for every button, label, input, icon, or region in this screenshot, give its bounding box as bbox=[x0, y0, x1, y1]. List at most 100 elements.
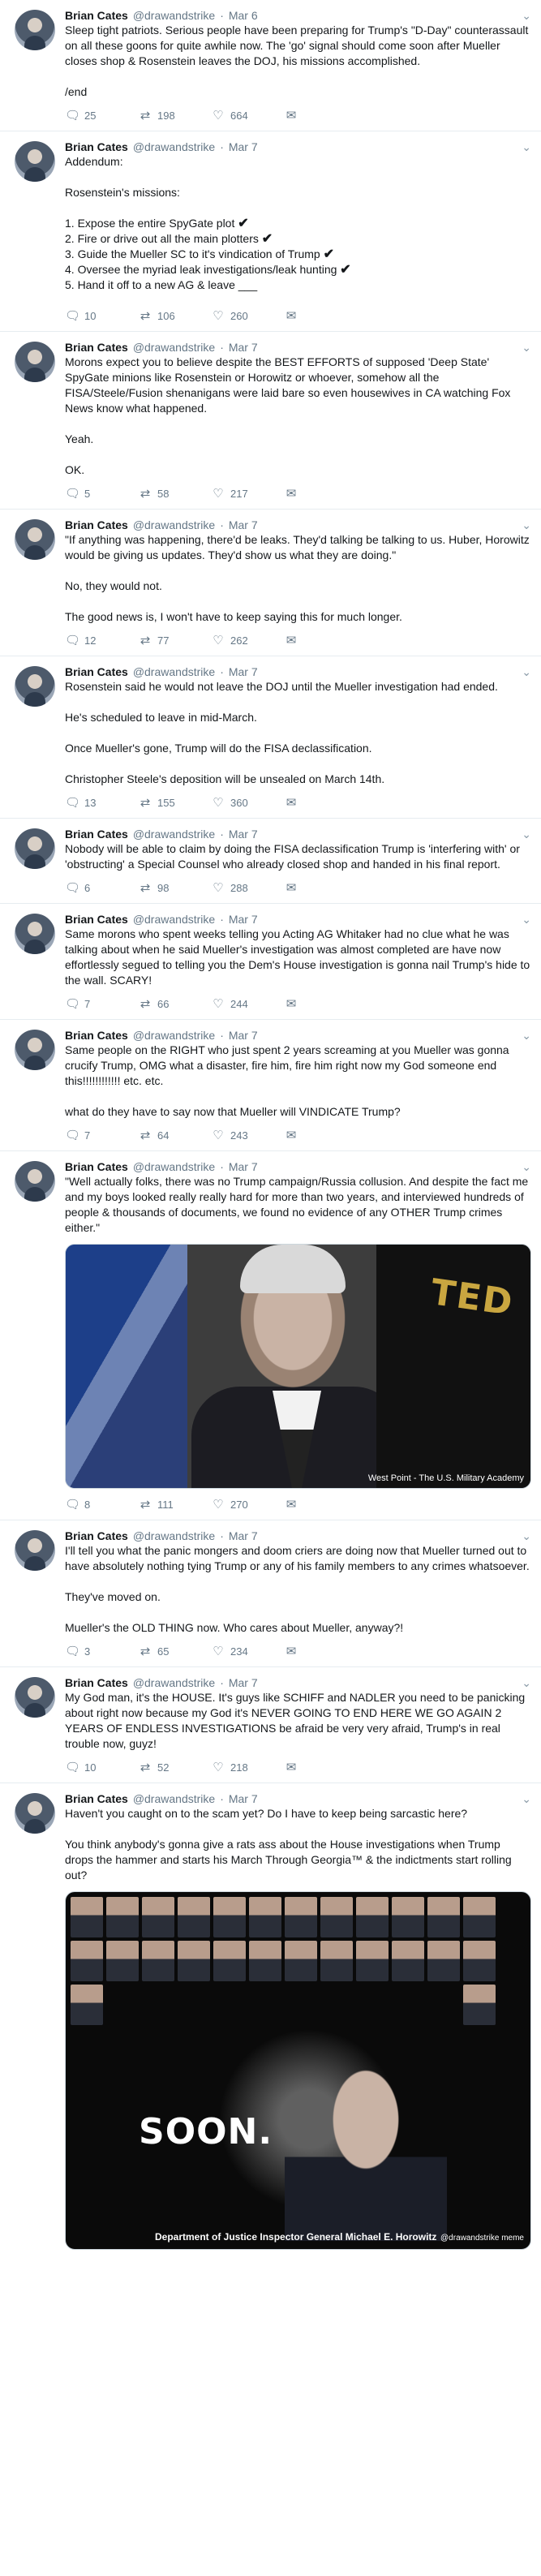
chevron-down-icon[interactable]: ⌄ bbox=[522, 827, 531, 841]
reply-button[interactable]: 🗨 7 bbox=[65, 1128, 138, 1142]
retweet-button[interactable]: ⇄ 111 bbox=[138, 1497, 211, 1512]
author-name[interactable]: Brian Cates bbox=[65, 140, 128, 154]
author-name[interactable]: Brian Cates bbox=[65, 518, 128, 532]
avatar[interactable] bbox=[15, 1161, 55, 1202]
chevron-down-icon[interactable]: ⌄ bbox=[522, 1159, 531, 1174]
avatar[interactable] bbox=[15, 519, 55, 560]
reply-button[interactable]: 🗨 5 bbox=[65, 486, 138, 501]
like-button[interactable]: ♡ 360 bbox=[211, 795, 284, 810]
avatar[interactable] bbox=[15, 1530, 55, 1571]
author-handle[interactable]: @drawandstrike bbox=[133, 1791, 215, 1806]
avatar[interactable] bbox=[15, 914, 55, 954]
avatar[interactable] bbox=[15, 1793, 55, 1834]
chevron-down-icon[interactable]: ⌄ bbox=[522, 664, 531, 679]
direct-message-button[interactable]: ✉ bbox=[284, 996, 308, 1011]
tweet-photo[interactable]: TED West Point - The U.S. Military Acade… bbox=[65, 1244, 531, 1489]
chevron-down-icon[interactable]: ⌄ bbox=[522, 1028, 531, 1043]
like-button[interactable]: ♡ 244 bbox=[211, 996, 284, 1011]
author-name[interactable]: Brian Cates bbox=[65, 8, 128, 23]
tweet-date[interactable]: Mar 7 bbox=[229, 827, 258, 841]
chevron-down-icon[interactable]: ⌄ bbox=[522, 1529, 531, 1543]
author-name[interactable]: Brian Cates bbox=[65, 1159, 128, 1174]
tweet-date[interactable]: Mar 7 bbox=[229, 1675, 258, 1690]
tweet[interactable]: Brian Cates @drawandstrike · Mar 7 ⌄ Nob… bbox=[0, 819, 541, 904]
reply-button[interactable]: 🗨 3 bbox=[65, 1644, 138, 1658]
tweet-date[interactable]: Mar 7 bbox=[229, 518, 258, 532]
direct-message-button[interactable]: ✉ bbox=[284, 308, 308, 323]
like-button[interactable]: ♡ 218 bbox=[211, 1760, 284, 1774]
retweet-button[interactable]: ⇄ 65 bbox=[138, 1644, 211, 1658]
author-name[interactable]: Brian Cates bbox=[65, 1791, 128, 1806]
avatar[interactable] bbox=[15, 1030, 55, 1070]
direct-message-button[interactable]: ✉ bbox=[284, 108, 308, 123]
tweet[interactable]: Brian Cates @drawandstrike · Mar 7 ⌄ "If… bbox=[0, 510, 541, 656]
like-button[interactable]: ♡ 234 bbox=[211, 1644, 284, 1658]
tweet-date[interactable]: Mar 7 bbox=[229, 140, 258, 154]
tweet-photo[interactable]: SOON. Department of Justice Inspector Ge… bbox=[65, 1891, 531, 2250]
author-handle[interactable]: @drawandstrike bbox=[133, 340, 215, 355]
tweet[interactable]: Brian Cates @drawandstrike · Mar 7 ⌄ I'l… bbox=[0, 1520, 541, 1667]
like-button[interactable]: ♡ 664 bbox=[211, 108, 284, 123]
direct-message-button[interactable]: ✉ bbox=[284, 795, 308, 810]
like-button[interactable]: ♡ 243 bbox=[211, 1128, 284, 1142]
author-handle[interactable]: @drawandstrike bbox=[133, 912, 215, 927]
chevron-down-icon[interactable]: ⌄ bbox=[522, 518, 531, 532]
chevron-down-icon[interactable]: ⌄ bbox=[522, 8, 531, 23]
like-button[interactable]: ♡ 270 bbox=[211, 1497, 284, 1512]
tweet[interactable]: Brian Cates @drawandstrike · Mar 7 ⌄ Sam… bbox=[0, 1020, 541, 1151]
chevron-down-icon[interactable]: ⌄ bbox=[522, 140, 531, 154]
avatar[interactable] bbox=[15, 666, 55, 707]
tweet[interactable]: Brian Cates @drawandstrike · Mar 7 ⌄ Ros… bbox=[0, 656, 541, 819]
author-handle[interactable]: @drawandstrike bbox=[133, 1675, 215, 1690]
avatar[interactable] bbox=[15, 1677, 55, 1718]
direct-message-button[interactable]: ✉ bbox=[284, 1760, 308, 1774]
reply-button[interactable]: 🗨 25 bbox=[65, 108, 138, 123]
reply-button[interactable]: 🗨 12 bbox=[65, 633, 138, 647]
tweet[interactable]: Brian Cates @drawandstrike · Mar 7 ⌄ Mor… bbox=[0, 332, 541, 510]
chevron-down-icon[interactable]: ⌄ bbox=[522, 912, 531, 927]
tweet[interactable]: Brian Cates @drawandstrike · Mar 7 ⌄ Sam… bbox=[0, 904, 541, 1020]
author-name[interactable]: Brian Cates bbox=[65, 664, 128, 679]
tweet[interactable]: Brian Cates @drawandstrike · Mar 7 ⌄ "We… bbox=[0, 1151, 541, 1520]
retweet-button[interactable]: ⇄ 64 bbox=[138, 1128, 211, 1142]
reply-button[interactable]: 🗨 6 bbox=[65, 880, 138, 895]
avatar[interactable] bbox=[15, 10, 55, 50]
author-handle[interactable]: @drawandstrike bbox=[133, 1028, 215, 1043]
tweet[interactable]: Brian Cates @drawandstrike · Mar 6 ⌄ Sle… bbox=[0, 0, 541, 131]
author-name[interactable]: Brian Cates bbox=[65, 1529, 128, 1543]
retweet-button[interactable]: ⇄ 198 bbox=[138, 108, 211, 123]
tweet-date[interactable]: Mar 7 bbox=[229, 1529, 258, 1543]
reply-button[interactable]: 🗨 7 bbox=[65, 996, 138, 1011]
retweet-button[interactable]: ⇄ 66 bbox=[138, 996, 211, 1011]
chevron-down-icon[interactable]: ⌄ bbox=[522, 1791, 531, 1806]
like-button[interactable]: ♡ 260 bbox=[211, 308, 284, 323]
retweet-button[interactable]: ⇄ 98 bbox=[138, 880, 211, 895]
reply-button[interactable]: 🗨 10 bbox=[65, 308, 138, 323]
reply-button[interactable]: 🗨 8 bbox=[65, 1497, 138, 1512]
author-name[interactable]: Brian Cates bbox=[65, 340, 128, 355]
direct-message-button[interactable]: ✉ bbox=[284, 1644, 308, 1658]
retweet-button[interactable]: ⇄ 52 bbox=[138, 1760, 211, 1774]
avatar[interactable] bbox=[15, 342, 55, 382]
tweet-date[interactable]: Mar 7 bbox=[229, 1028, 258, 1043]
tweet[interactable]: Brian Cates @drawandstrike · Mar 7 ⌄ Add… bbox=[0, 131, 541, 332]
author-name[interactable]: Brian Cates bbox=[65, 827, 128, 841]
reply-button[interactable]: 🗨 13 bbox=[65, 795, 138, 810]
direct-message-button[interactable]: ✉ bbox=[284, 880, 308, 895]
tweet-date[interactable]: Mar 7 bbox=[229, 912, 258, 927]
author-handle[interactable]: @drawandstrike bbox=[133, 8, 215, 23]
author-handle[interactable]: @drawandstrike bbox=[133, 518, 215, 532]
author-name[interactable]: Brian Cates bbox=[65, 1675, 128, 1690]
tweet[interactable]: Brian Cates @drawandstrike · Mar 7 ⌄ Hav… bbox=[0, 1783, 541, 2258]
tweet-date[interactable]: Mar 6 bbox=[229, 8, 258, 23]
retweet-button[interactable]: ⇄ 77 bbox=[138, 633, 211, 647]
author-name[interactable]: Brian Cates bbox=[65, 1028, 128, 1043]
retweet-button[interactable]: ⇄ 106 bbox=[138, 308, 211, 323]
author-handle[interactable]: @drawandstrike bbox=[133, 140, 215, 154]
like-button[interactable]: ♡ 217 bbox=[211, 486, 284, 501]
avatar[interactable] bbox=[15, 828, 55, 869]
chevron-down-icon[interactable]: ⌄ bbox=[522, 1675, 531, 1690]
tweet-date[interactable]: Mar 7 bbox=[229, 1791, 258, 1806]
direct-message-button[interactable]: ✉ bbox=[284, 1128, 308, 1142]
direct-message-button[interactable]: ✉ bbox=[284, 1497, 308, 1512]
